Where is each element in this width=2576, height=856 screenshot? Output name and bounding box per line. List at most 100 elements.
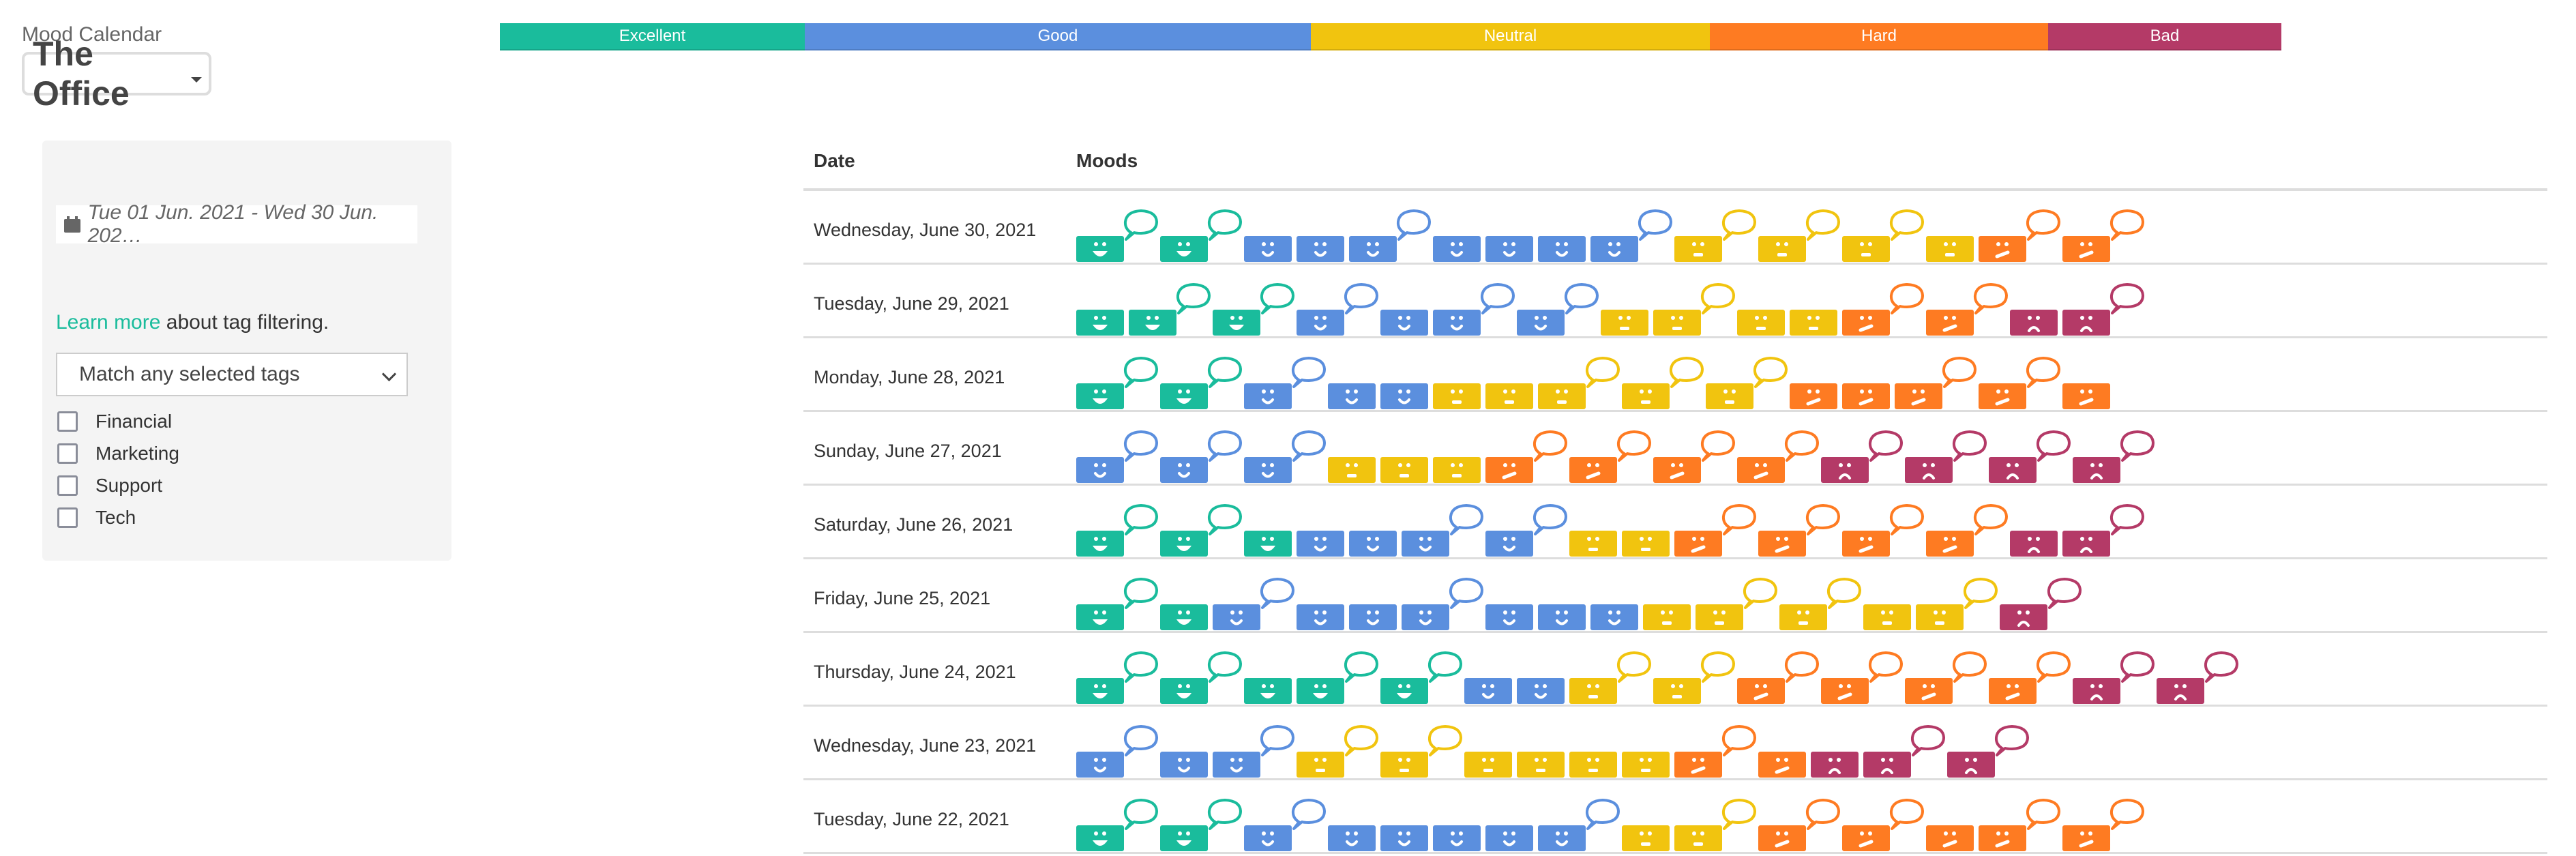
mood-entry[interactable] — [1380, 651, 1462, 704]
mood-entry[interactable] — [1160, 430, 1242, 483]
mood-entry[interactable] — [1213, 282, 1294, 336]
mood-entry[interactable] — [1674, 503, 1756, 557]
mood-entry[interactable] — [1297, 503, 1344, 557]
mood-entry[interactable] — [1569, 430, 1651, 483]
comment-bubble-icon[interactable] — [2025, 209, 2062, 241]
comment-bubble-icon[interactable] — [1343, 651, 1380, 683]
comment-bubble-icon[interactable] — [1343, 282, 1380, 315]
mood-entry[interactable] — [1380, 430, 1428, 483]
mood-entry[interactable] — [1433, 430, 1481, 483]
mood-entry[interactable] — [1160, 209, 1242, 262]
mood-entry[interactable] — [1737, 430, 1819, 483]
mood-entry[interactable] — [1485, 356, 1533, 409]
mood-entry[interactable] — [1464, 724, 1512, 778]
comment-bubble-icon[interactable] — [1951, 651, 1988, 683]
mood-entry[interactable] — [2062, 356, 2110, 409]
mood-entry[interactable] — [2010, 503, 2058, 557]
mood-entry[interactable] — [2010, 282, 2058, 336]
comment-bubble-icon[interactable] — [1910, 724, 1946, 757]
mood-entry[interactable] — [1328, 356, 1376, 409]
mood-entry[interactable] — [1947, 724, 2029, 778]
comment-bubble-icon[interactable] — [1175, 282, 1212, 315]
comment-bubble-icon[interactable] — [2035, 430, 2072, 462]
mood-entry[interactable] — [1863, 577, 1911, 630]
comment-bubble-icon[interactable] — [1206, 798, 1243, 831]
comment-bubble-icon[interactable] — [1206, 503, 1243, 536]
mood-entry[interactable] — [1076, 651, 1158, 704]
mood-entry[interactable] — [1979, 356, 2060, 409]
mood-entry[interactable] — [1905, 430, 1987, 483]
mood-entry[interactable] — [1402, 503, 1483, 557]
mood-entry[interactable] — [1297, 209, 1344, 262]
mood-entry[interactable] — [1989, 651, 2071, 704]
comment-bubble-icon[interactable] — [1889, 282, 1925, 315]
mood-entry[interactable] — [1076, 724, 1158, 778]
comment-bubble-icon[interactable] — [1721, 724, 1758, 757]
comment-bubble-icon[interactable] — [1889, 209, 1925, 241]
comment-bubble-icon[interactable] — [1395, 209, 1432, 241]
comment-bubble-icon[interactable] — [1123, 430, 1159, 462]
mood-entry[interactable] — [1758, 209, 1840, 262]
comment-bubble-icon[interactable] — [1123, 798, 1159, 831]
comment-bubble-icon[interactable] — [1290, 430, 1327, 462]
comment-bubble-icon[interactable] — [1700, 430, 1736, 462]
comment-bubble-icon[interactable] — [2025, 356, 2062, 389]
mood-entry[interactable] — [1485, 430, 1567, 483]
mood-entry[interactable] — [1485, 577, 1533, 630]
comment-bubble-icon[interactable] — [1721, 209, 1758, 241]
mood-entry[interactable] — [1433, 282, 1515, 336]
comment-bubble-icon[interactable] — [1805, 209, 1841, 241]
mood-entry[interactable] — [1485, 798, 1533, 851]
comment-bubble-icon[interactable] — [1721, 798, 1758, 831]
mood-entry[interactable] — [1916, 577, 1998, 630]
mood-entry[interactable] — [2000, 577, 2082, 630]
mood-entry[interactable] — [1926, 798, 1974, 851]
comment-bubble-icon[interactable] — [1805, 798, 1841, 831]
comment-bubble-icon[interactable] — [1700, 651, 1736, 683]
mood-entry[interactable] — [1842, 798, 1924, 851]
mood-entry[interactable] — [1328, 798, 1376, 851]
comment-bubble-icon[interactable] — [1616, 651, 1653, 683]
comment-bubble-icon[interactable] — [1123, 209, 1159, 241]
comment-bubble-icon[interactable] — [1427, 724, 1464, 757]
comment-bubble-icon[interactable] — [1616, 430, 1653, 462]
tag-checkbox[interactable] — [57, 411, 78, 432]
comment-bubble-icon[interactable] — [1206, 209, 1243, 241]
date-range-picker[interactable]: Tue 01 Jun. 2021 - Wed 30 Jun. 202… — [56, 201, 417, 247]
mood-entry[interactable] — [1349, 503, 1397, 557]
mood-entry[interactable] — [1622, 724, 1670, 778]
tag-match-select[interactable]: Match any selected tags — [56, 353, 408, 396]
mood-entry[interactable] — [1297, 282, 1378, 336]
mood-entry[interactable] — [1160, 724, 1208, 778]
comment-bubble-icon[interactable] — [1951, 430, 1988, 462]
mood-entry[interactable] — [1811, 724, 1859, 778]
mood-entry[interactable] — [1758, 724, 1806, 778]
mood-entry[interactable] — [1076, 798, 1158, 851]
comment-bubble-icon[interactable] — [1889, 798, 1925, 831]
mood-entry[interactable] — [1622, 503, 1670, 557]
mood-entry[interactable] — [1821, 430, 1903, 483]
mood-entry[interactable] — [1464, 651, 1512, 704]
mood-entry[interactable] — [1402, 577, 1483, 630]
comment-bubble-icon[interactable] — [1123, 577, 1159, 610]
mood-entry[interactable] — [1790, 356, 1837, 409]
mood-entry[interactable] — [1538, 356, 1620, 409]
comment-bubble-icon[interactable] — [1721, 503, 1758, 536]
comment-bubble-icon[interactable] — [1123, 724, 1159, 757]
comment-bubble-icon[interactable] — [1867, 430, 1904, 462]
mood-entry[interactable] — [1160, 798, 1242, 851]
mood-entry[interactable] — [1758, 503, 1840, 557]
comment-bubble-icon[interactable] — [2025, 798, 2062, 831]
mood-entry[interactable] — [1842, 282, 1924, 336]
mood-entry[interactable] — [1674, 209, 1756, 262]
mood-entry[interactable] — [2073, 651, 2155, 704]
comment-bubble-icon[interactable] — [1805, 503, 1841, 536]
mood-entry[interactable] — [1076, 503, 1158, 557]
comment-bubble-icon[interactable] — [1584, 356, 1621, 389]
mood-entry[interactable] — [1160, 356, 1242, 409]
mood-entry[interactable] — [1297, 577, 1344, 630]
comment-bubble-icon[interactable] — [1867, 651, 1904, 683]
comment-bubble-icon[interactable] — [1994, 724, 2030, 757]
comment-bubble-icon[interactable] — [1889, 503, 1925, 536]
mood-entry[interactable] — [1989, 430, 2071, 483]
